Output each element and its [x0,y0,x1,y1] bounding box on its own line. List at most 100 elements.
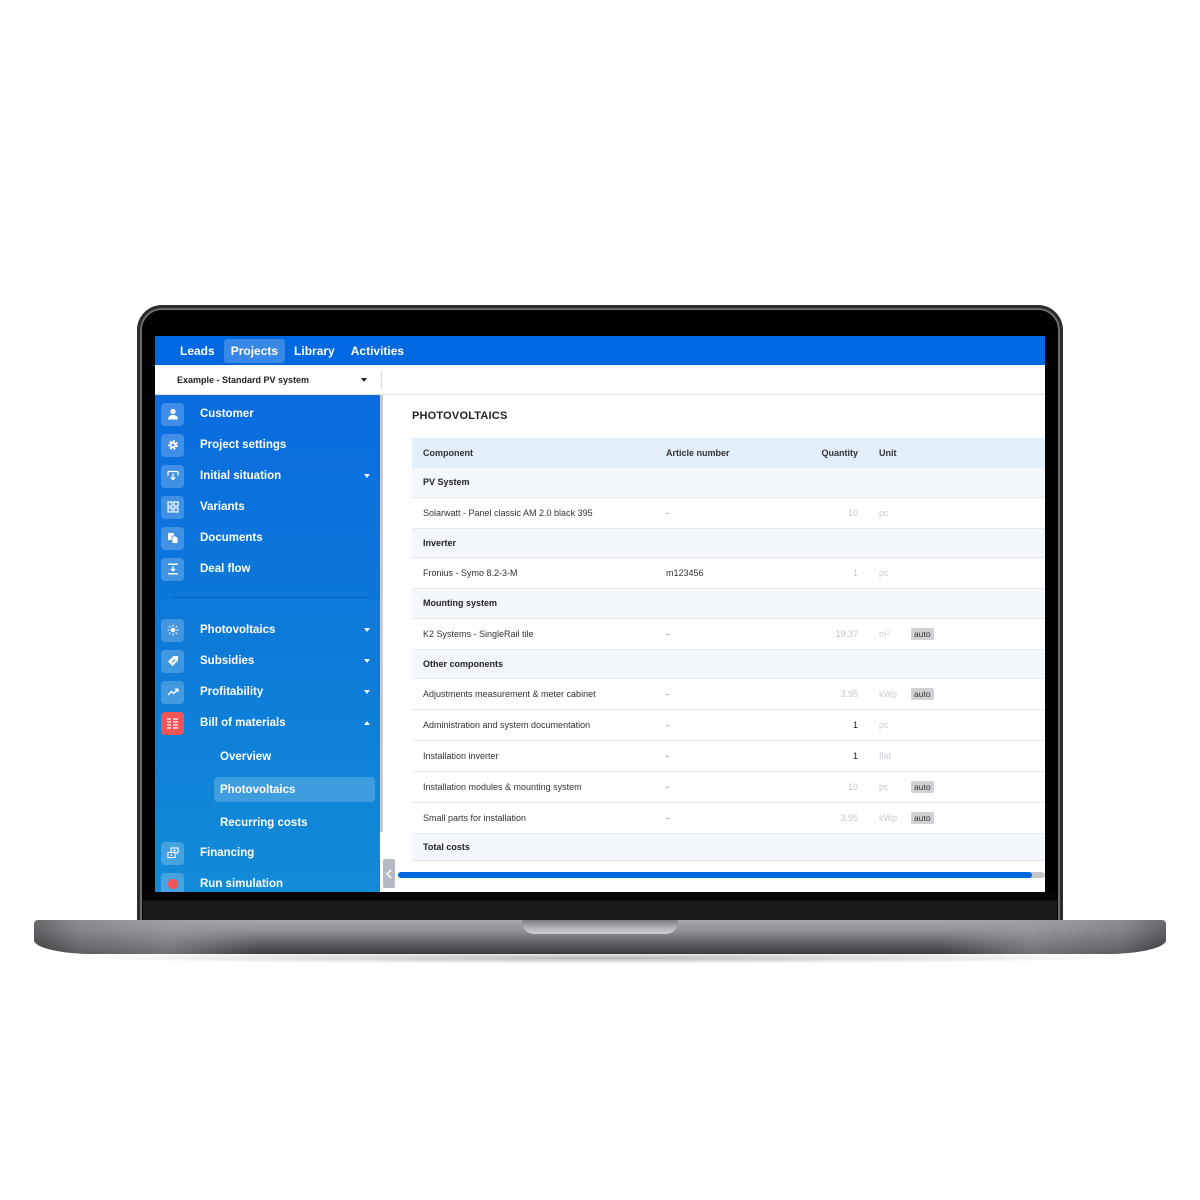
sidebar-item-label: Documents [200,532,263,544]
auto-badge-cell: auto [911,772,934,802]
sidebar-item-profitability[interactable]: Profitability [161,679,373,705]
sidebar-item-subsidies[interactable]: Subsidies [161,648,373,674]
auto-badge-cell: auto [911,679,934,709]
article-number-cell: - [666,507,669,518]
nav-tab-projects[interactable]: Projects [223,338,286,363]
column-header-unit[interactable]: Unit [879,438,897,468]
sidebar: Customer Project settings Initial situat… [155,395,380,892]
sidebar-item-project-settings[interactable]: Project settings [161,432,373,458]
quantity-cell[interactable]: 3.95 [792,803,858,833]
sidebar-item-label: Subsidies [200,655,255,667]
column-header-component[interactable]: Component [423,438,473,468]
table-body: PV System Solarwatt - Panel classic AM 2.… [412,468,1045,861]
deal-flow-icon [161,557,184,581]
column-header-quantity[interactable]: Quantity [792,438,858,468]
horizontal-scrollbar-thumb[interactable] [398,872,1033,878]
sidebar-subitem-overview[interactable]: Overview [214,744,375,769]
sidebar-item-run-simulation[interactable]: Run simulation [161,871,373,892]
sun-icon [161,618,184,642]
component-cell: Installation modules & mounting system [423,782,582,792]
auto-badge: auto [911,688,934,700]
table-group-row: Inverter [412,528,1045,558]
list-icon [161,711,184,735]
sidebar-item-label: Run simulation [200,878,284,890]
table-group-row: PV System [412,468,1045,498]
sidebar-item-documents[interactable]: Documents [161,525,373,551]
caret-down-icon [364,628,370,632]
sidebar-item-label: Project settings [200,439,287,451]
horizontal-scrollbar[interactable] [398,872,1045,878]
sidebar-subitem-photovoltaics[interactable]: Photovoltaics [214,777,375,802]
sidebar-item-customer[interactable]: Customer [161,401,373,427]
quantity-cell[interactable]: 1 [792,710,858,740]
grid-icon [161,495,184,519]
unit-cell: kWp [879,813,897,823]
table-row[interactable]: Adjustments measurement & meter cabinet -… [412,679,1045,710]
quantity-cell[interactable]: 3.95 [792,679,858,709]
table-row[interactable]: Small parts for installation - 3.95 kWp auto [412,803,1045,834]
sidebar-item-deal-flow[interactable]: Deal flow [161,556,373,582]
nav-tab-activities[interactable]: Activities [344,339,411,363]
quantity-cell[interactable]: 10 [792,498,858,528]
record-icon [161,872,184,892]
article-number-cell: m123456 [666,568,704,578]
trend-up-icon [161,680,184,704]
project-select-value: Example - Standard PV system [177,375,310,385]
quantity-cell[interactable]: 1 [792,558,858,588]
table-row[interactable]: Installation modules & mounting system - 1… [412,772,1045,803]
unit-cell: pc [879,720,889,730]
sidebar-item-label: Financing [200,847,255,859]
tag-icon [161,649,184,673]
project-bar: Example - Standard PV system [155,365,1045,395]
component-cell: PV System [423,477,470,488]
laptop-shadow [60,952,1140,964]
documents-icon [161,526,184,550]
sidebar-item-label: Bill of materials [200,717,286,729]
article-number-cell: - [666,813,669,823]
money-icon [161,841,184,865]
article-number-cell: - [666,782,669,792]
quantity-cell[interactable]: 10 [792,772,858,802]
sidebar-item-label: Photovoltaics [200,624,276,636]
sidebar-item-label: Deal flow [200,563,251,575]
collapse-sidebar-button[interactable] [383,859,395,888]
sidebar-item-initial-situation[interactable]: Initial situation [161,463,373,489]
sidebar-item-variants[interactable]: Variants [161,494,373,520]
unit-cell: pc [879,782,889,792]
sidebar-subitem-recurring-costs[interactable]: Recurring costs [214,810,375,835]
article-number-cell: - [666,689,669,699]
article-number-cell: - [666,720,669,730]
component-cell: Fronius - Symo 8.2-3-M [423,568,518,578]
nav-tab-leads[interactable]: Leads [173,339,222,363]
unit-cell: pc [879,568,889,578]
table-row[interactable]: K2 Systems - SingleRail tile - 19.37 m² auto [412,618,1045,650]
table-group-row: Other components [412,649,1045,679]
app-screen: Leads Projects Library Activities Exampl… [155,336,1045,892]
unit-cell: pc [879,507,889,518]
quantity-cell[interactable]: 1 [792,741,858,771]
auto-badge-cell: auto [911,619,934,649]
unit-cell: flat [879,751,892,761]
sidebar-item-photovoltaics[interactable]: Photovoltaics [161,617,373,643]
bill-of-materials-table: Component Article number Quantity Unit P… [412,438,1045,861]
quantity-cell[interactable]: 19.37 [792,619,858,649]
table-row[interactable]: Solarwatt - Panel classic AM 2.0 black 3… [412,497,1045,529]
column-header-article-number[interactable]: Article number [666,438,730,468]
unit-cell: m² [879,628,890,639]
sidebar-item-financing[interactable]: Financing [161,840,373,866]
component-cell: Mounting system [423,598,498,609]
nav-tab-library[interactable]: Library [287,339,342,363]
table-row[interactable]: Fronius - Symo 8.2-3-M m123456 1 pc [412,558,1045,589]
component-cell: Inverter [423,537,457,548]
table-row[interactable]: Installation inverter - 1 flat [412,741,1045,772]
laptop-bezel [143,892,1057,920]
project-select[interactable]: Example - Standard PV system [155,365,381,395]
table-row[interactable]: Administration and system documentation -… [412,710,1045,741]
chevron-left-icon [385,868,392,879]
caret-down-icon [364,474,370,478]
top-nav: Leads Projects Library Activities [155,336,1045,365]
sidebar-item-label: Variants [200,501,245,513]
sidebar-item-bill-of-materials[interactable]: Bill of materials [161,710,373,736]
component-cell: Installation inverter [423,751,499,761]
auto-badge: auto [911,627,934,640]
